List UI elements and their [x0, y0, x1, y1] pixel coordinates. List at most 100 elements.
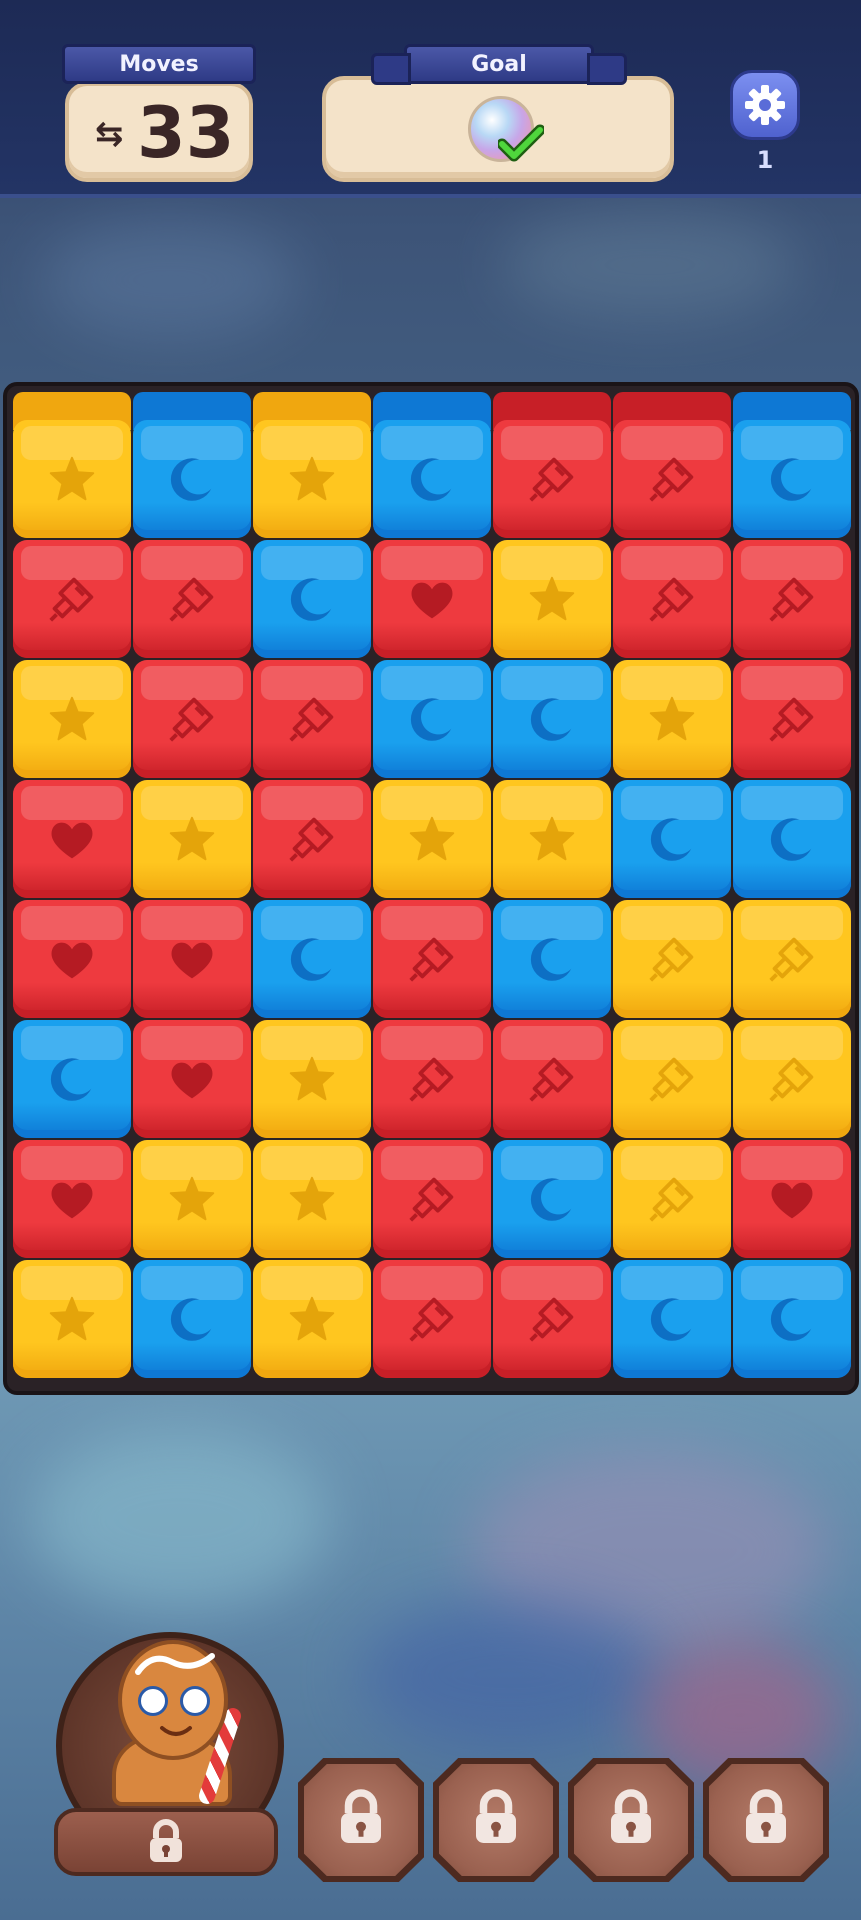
star-icon — [649, 696, 695, 741]
moon-icon — [530, 1178, 572, 1221]
tile-rocket[interactable] — [13, 540, 131, 658]
rocket-icon — [649, 1057, 694, 1102]
star-icon — [169, 1176, 215, 1221]
lock-icon — [738, 1788, 794, 1852]
tile-heart[interactable] — [133, 1020, 251, 1138]
star-icon — [49, 696, 95, 741]
tile-star[interactable] — [493, 780, 611, 898]
background-blob — [30, 1430, 330, 1610]
tile-moon[interactable] — [733, 420, 851, 538]
moon-icon — [290, 578, 332, 621]
lock-icon — [333, 1788, 389, 1852]
tile-rocket[interactable] — [373, 900, 491, 1018]
tile-heart[interactable] — [133, 900, 251, 1018]
tile-star[interactable] — [13, 420, 131, 538]
rocket-icon — [409, 1297, 454, 1342]
tile-star[interactable] — [493, 540, 611, 658]
cookie-skill-button[interactable] — [54, 1808, 278, 1876]
tile-star[interactable] — [253, 420, 371, 538]
locked-slot-3[interactable] — [568, 1758, 694, 1882]
tile-moon[interactable] — [373, 660, 491, 778]
tile-heart[interactable] — [733, 1140, 851, 1258]
tile-rocket[interactable] — [493, 420, 611, 538]
tile-moon[interactable] — [133, 1260, 251, 1378]
tile-rocket[interactable] — [253, 780, 371, 898]
tile-rocket[interactable] — [493, 1020, 611, 1138]
rocket-icon — [409, 1177, 454, 1222]
rocket-icon — [649, 937, 694, 982]
star-icon — [169, 816, 215, 861]
tile-heart[interactable] — [13, 900, 131, 1018]
tile-moon[interactable] — [613, 1260, 731, 1378]
tile-star[interactable] — [13, 1260, 131, 1378]
moon-icon — [410, 698, 452, 741]
moon-icon — [290, 938, 332, 981]
tile-rocket[interactable] — [373, 1140, 491, 1258]
tile-rocket[interactable] — [373, 1020, 491, 1138]
tile-rocket[interactable] — [613, 540, 731, 658]
rocket-icon — [529, 457, 574, 502]
settings-button[interactable] — [730, 70, 800, 140]
star-icon — [289, 1056, 335, 1101]
tile-moon[interactable] — [493, 900, 611, 1018]
goal-panel[interactable] — [322, 76, 674, 182]
cookie-eye — [180, 1686, 210, 1716]
tile-star[interactable] — [133, 780, 251, 898]
rocket-icon — [649, 457, 694, 502]
tile-rocket[interactable] — [613, 1140, 731, 1258]
tile-moon[interactable] — [253, 900, 371, 1018]
tile-moon[interactable] — [733, 1260, 851, 1378]
gear-icon — [745, 85, 785, 125]
rocket-icon — [169, 697, 214, 742]
tile-star[interactable] — [13, 660, 131, 778]
rocket-icon — [289, 697, 334, 742]
tile-rocket[interactable] — [253, 660, 371, 778]
tile-moon[interactable] — [253, 540, 371, 658]
rocket-icon — [769, 1057, 814, 1102]
checkmark-icon — [498, 124, 544, 162]
game-board — [3, 382, 859, 1395]
tile-rocket[interactable] — [373, 1260, 491, 1378]
tile-rocket[interactable] — [733, 900, 851, 1018]
tile-star[interactable] — [253, 1140, 371, 1258]
moon-icon — [770, 818, 812, 861]
tile-rocket[interactable] — [133, 660, 251, 778]
locked-slot-2[interactable] — [433, 1758, 559, 1882]
tile-star[interactable] — [253, 1260, 371, 1378]
tile-moon[interactable] — [493, 660, 611, 778]
tile-star[interactable] — [133, 1140, 251, 1258]
tile-moon[interactable] — [613, 780, 731, 898]
tile-moon[interactable] — [373, 420, 491, 538]
moon-icon — [770, 458, 812, 501]
tile-heart[interactable] — [13, 780, 131, 898]
cookie-eye — [138, 1686, 168, 1716]
heart-icon — [51, 1182, 93, 1219]
moon-icon — [650, 818, 692, 861]
tile-rocket[interactable] — [733, 1020, 851, 1138]
tile-rocket[interactable] — [733, 660, 851, 778]
tile-rocket[interactable] — [613, 420, 731, 538]
rocket-icon — [409, 1057, 454, 1102]
heart-icon — [51, 942, 93, 979]
tile-moon[interactable] — [133, 420, 251, 538]
locked-slot-4[interactable] — [703, 1758, 829, 1882]
rocket-icon — [49, 577, 94, 622]
tile-star[interactable] — [373, 780, 491, 898]
tile-rocket[interactable] — [493, 1260, 611, 1378]
tile-rocket[interactable] — [613, 900, 731, 1018]
tile-heart[interactable] — [13, 1140, 131, 1258]
gingerbrave-icon[interactable] — [118, 1640, 228, 1760]
tile-moon[interactable] — [733, 780, 851, 898]
tile-heart[interactable] — [373, 540, 491, 658]
tile-moon[interactable] — [493, 1140, 611, 1258]
locked-slot-1[interactable] — [298, 1758, 424, 1882]
background-blob — [40, 220, 300, 340]
tile-star[interactable] — [253, 1020, 371, 1138]
rocket-icon — [169, 577, 214, 622]
tile-rocket[interactable] — [613, 1020, 731, 1138]
tile-rocket[interactable] — [133, 540, 251, 658]
tile-rocket[interactable] — [733, 540, 851, 658]
tile-moon[interactable] — [13, 1020, 131, 1138]
tile-star[interactable] — [613, 660, 731, 778]
top-hud: ⇆ 33 Moves Goal 1 — [0, 0, 861, 198]
